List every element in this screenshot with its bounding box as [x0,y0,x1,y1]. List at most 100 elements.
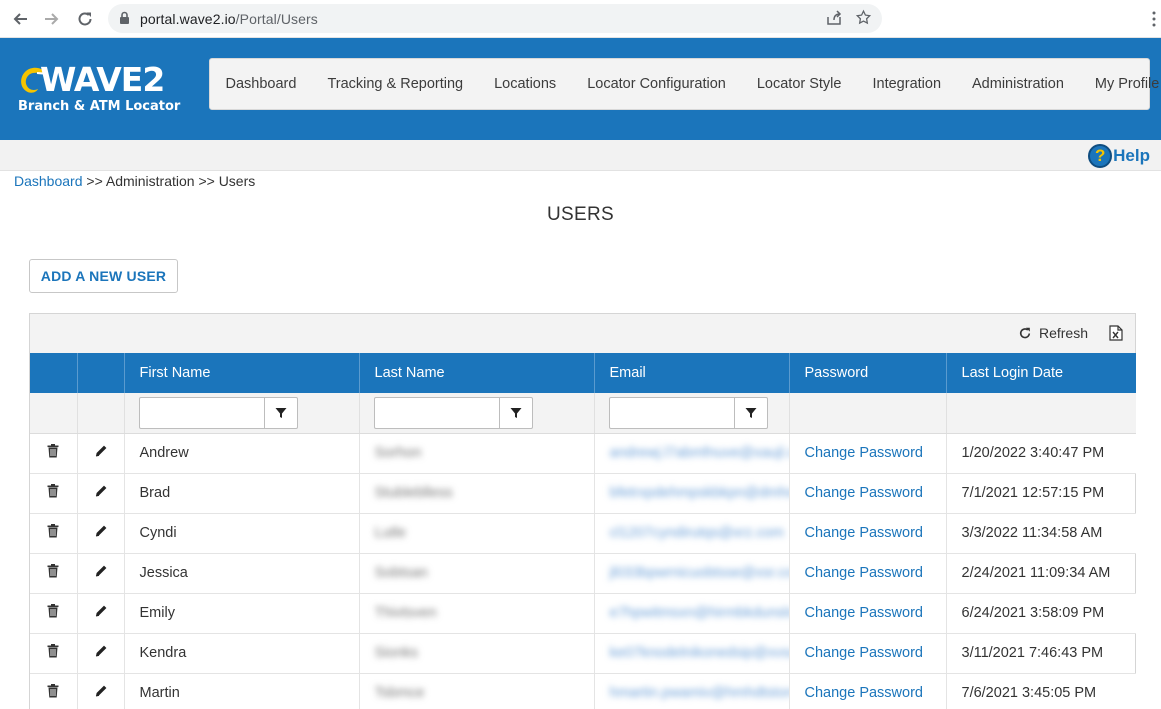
last-name-redacted: Tsbmce [374,685,425,701]
trash-icon[interactable] [47,484,59,498]
email-redacted: andrewj.l7abmfnuve@xaujl.com [609,445,789,461]
funnel-icon[interactable] [498,397,532,428]
breadcrumb-dashboard-link[interactable]: Dashboard [14,173,83,189]
table-row: Cyndi Lutle cl1207cyndirutqs@xrz.com Change… [30,513,1136,554]
change-password-link[interactable]: Change Password [805,525,924,541]
reload-icon[interactable] [75,9,95,29]
change-password-link[interactable]: Change Password [805,445,924,461]
change-password-link[interactable]: Change Password [805,685,924,701]
trash-icon[interactable] [47,524,59,538]
email-redacted: jl033bpwrnicuobtsse@xsr.com [609,565,789,581]
nav-item-locator-configuration[interactable]: Locator Configuration [572,76,742,92]
page-title: USERS [547,204,614,225]
column-header-first-name[interactable]: First Name [124,353,360,393]
edit-cell [77,433,125,474]
first-name-cell: Jessica [124,553,360,594]
change-password-link[interactable]: Change Password [805,485,924,501]
help-link[interactable]: ? Help [1088,144,1150,168]
pencil-icon[interactable] [94,684,108,698]
email-redacted: ke07knodelnikonedsip@xvsa.com [609,645,789,661]
delete-cell [30,433,78,474]
users-table: First Name Last Name Email Password Last… [30,353,1136,709]
nav-item-my-profile[interactable]: My Profile [1079,76,1161,92]
column-header-password[interactable]: Password [789,353,947,393]
email-filter-input[interactable] [608,396,768,429]
trash-icon[interactable] [47,604,59,618]
email-redacted: cl1207cyndirutqs@xrz.com [609,525,784,541]
last-name-redacted: Stubleblless [374,485,453,501]
last-login-cell: 6/24/2021 3:58:09 PM [946,593,1136,634]
share-icon[interactable] [826,10,842,29]
email-redacted: e7hpwitmsxn@hirmbkdunslo.com [609,605,789,621]
nav-item-locator-style[interactable]: Locator Style [741,76,857,92]
filter-cell-first-name [124,393,360,434]
last-name-cell: Lutle [359,513,595,554]
excel-export-icon[interactable] [1109,325,1123,344]
change-password-link[interactable]: Change Password [805,565,924,581]
pencil-icon[interactable] [94,524,108,538]
forward-arrow-icon[interactable] [42,9,62,29]
change-password-link[interactable]: Change Password [805,605,924,621]
email-cell: jl033bpwrnicuobtsse@xsr.com [594,553,790,594]
email-redacted: hmartin.pwamiv@hmhdtstons.com [609,685,789,701]
email-cell: e7hpwitmsxn@hirmbkdunslo.com [594,593,790,634]
trash-icon[interactable] [47,644,59,658]
help-bar: ? Help [0,140,1161,171]
first-name-cell: Brad [124,473,360,514]
last-login-cell: 7/6/2021 3:45:05 PM [946,673,1136,709]
trash-icon[interactable] [47,444,59,458]
filter-row [30,393,1136,434]
url-host: portal.wave2.io [140,11,236,27]
last-login-cell: 1/20/2022 3:40:47 PM [946,433,1136,474]
column-header-last-name[interactable]: Last Name [359,353,595,393]
browser-menu-icon[interactable] [1151,11,1157,27]
address-bar[interactable]: portal.wave2.io/Portal/Users [108,4,882,33]
pencil-icon[interactable] [94,604,108,618]
pencil-icon[interactable] [94,484,108,498]
first-name-cell: Kendra [124,633,360,674]
pencil-icon[interactable] [94,444,108,458]
refresh-button[interactable]: Refresh [1019,325,1088,341]
email-redacted: bfetrxpdehmpskbkpn@dmhovsca.com [609,485,789,501]
breadcrumb-trail: >> Administration >> Users [82,173,256,189]
nav-item-integration[interactable]: Integration [857,76,957,92]
last-name-cell: Sionks [359,633,595,674]
column-header-email[interactable]: Email [594,353,790,393]
last-name-redacted: Thivtsven [374,605,437,621]
last-name-redacted: Sionks [374,645,419,661]
change-password-link[interactable]: Change Password [805,645,924,661]
table-row: Kendra Sionks ke07knodelnikonedsip@xvsa.co… [30,633,1136,674]
site-header: WAVE2 Branch & ATM Locator Dashboard Trac… [0,38,1161,140]
nav-item-locations[interactable]: Locations [479,76,572,92]
first-name-filter-input[interactable] [138,396,298,429]
last-name-filter-input[interactable] [373,396,533,429]
filter-cell-email [594,393,790,434]
logo-tagline: Branch & ATM Locator [18,99,181,114]
bookmark-star-icon[interactable] [855,9,872,29]
back-arrow-icon[interactable] [10,9,30,29]
password-cell: Change Password [789,633,947,674]
email-cell: ke07knodelnikonedsip@xvsa.com [594,633,790,674]
email-cell: hmartin.pwamiv@hmhdtstons.com [594,673,790,709]
password-cell: Change Password [789,473,947,514]
pencil-icon[interactable] [94,564,108,578]
delete-column-header [30,353,78,393]
funnel-icon[interactable] [263,397,297,428]
funnel-icon[interactable] [733,397,767,428]
table-row: Andrew Sorhon andrewj.l7abmfnuve@xaujl.com… [30,433,1136,474]
wave2-logo[interactable]: WAVE2 Branch & ATM Locator [16,60,186,118]
nav-item-dashboard[interactable]: Dashboard [210,76,312,92]
last-name-redacted: Sorhon [374,445,422,461]
table-header-row: First Name Last Name Email Password Last… [30,353,1136,393]
add-new-user-button[interactable]: ADD A NEW USER [29,259,178,293]
nav-item-administration[interactable]: Administration [957,76,1080,92]
pencil-icon[interactable] [94,644,108,658]
trash-icon[interactable] [47,684,59,698]
column-header-last-login-date[interactable]: Last Login Date [946,353,1136,393]
delete-cell [30,673,78,709]
nav-item-tracking-reporting[interactable]: Tracking & Reporting [312,76,479,92]
delete-cell [30,633,78,674]
last-login-cell: 3/11/2021 7:46:43 PM [946,633,1136,674]
last-name-cell: Sobtsan [359,553,595,594]
trash-icon[interactable] [47,564,59,578]
